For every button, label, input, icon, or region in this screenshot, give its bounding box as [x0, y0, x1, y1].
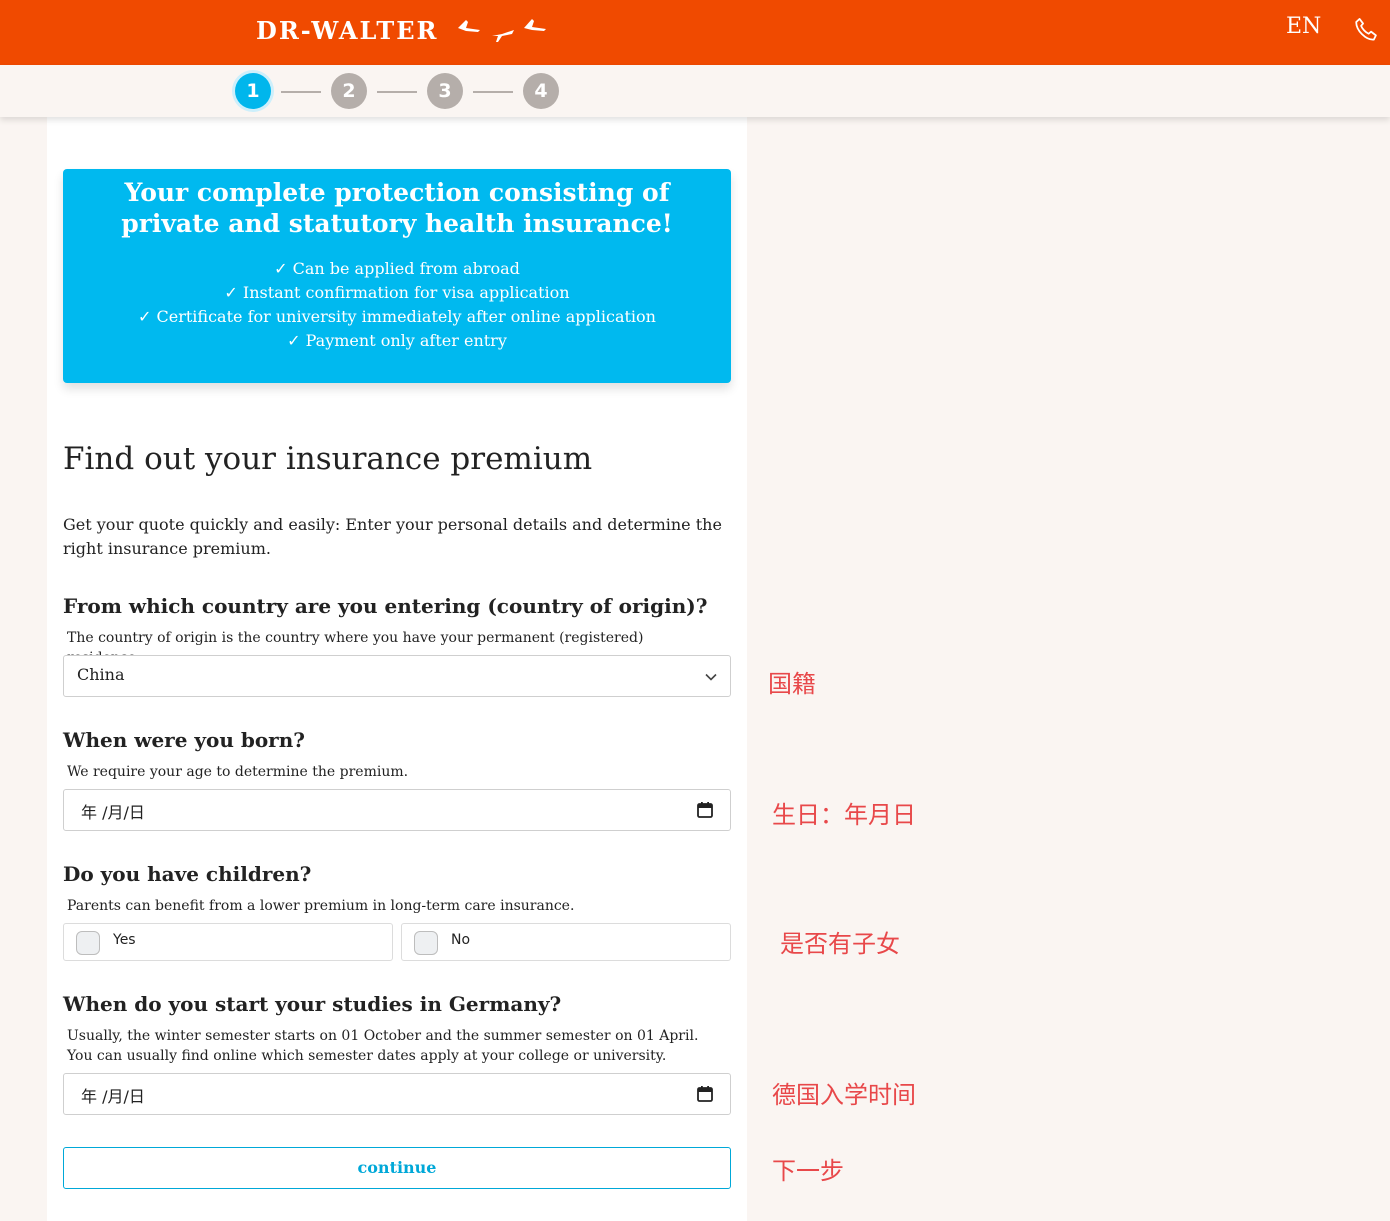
progress-stepper: 1 2 3 4	[0, 65, 1390, 117]
birthdate-value: 年 /月/日	[81, 803, 145, 822]
language-switch[interactable]: EN	[1286, 14, 1321, 39]
page-title: Find out your insurance premium	[63, 441, 593, 477]
promo-banner: Your complete protection consisting of p…	[63, 169, 731, 383]
birth-label: When were you born?	[63, 728, 305, 752]
children-label: Do you have children?	[63, 862, 312, 886]
checkbox[interactable]	[76, 931, 100, 955]
banner-feature: ✓ Can be applied from abroad	[274, 259, 520, 278]
studies-help: Usually, the winter semester starts on 0…	[67, 1028, 699, 1064]
phone-icon[interactable]	[1352, 16, 1380, 44]
banner-feature: ✓ Instant confirmation for visa applicat…	[224, 283, 570, 302]
country-select-value: China	[77, 665, 125, 684]
banner-feature: ✓ Payment only after entry	[287, 331, 507, 350]
banner-title: Your complete protection consisting of p…	[121, 178, 673, 238]
step-connector	[473, 91, 513, 93]
birth-help: We require your age to determine the pre…	[67, 764, 409, 780]
step-1[interactable]: 1	[235, 73, 271, 109]
studies-label: When do you start your studies in German…	[63, 992, 562, 1016]
step-3[interactable]: 3	[427, 73, 463, 109]
annotation-studies: 德国入学时间	[772, 1081, 916, 1109]
banner-feature: ✓ Certificate for university immediately…	[138, 307, 656, 326]
brand-logo[interactable]: DR-WALTER	[256, 16, 438, 45]
banner-feature-list: ✓ Can be applied from abroad ✓ Instant c…	[73, 257, 721, 353]
birthdate-input[interactable]: 年 /月/日	[63, 789, 731, 831]
country-label: From which country are you entering (cou…	[63, 594, 708, 618]
form-card: Your complete protection consisting of p…	[47, 117, 747, 1221]
birds-logo-icon	[458, 19, 546, 42]
step-connector	[281, 91, 321, 93]
annotation-children: 是否有子女	[780, 930, 900, 958]
study-start-value: 年 /月/日	[81, 1087, 145, 1106]
step-4[interactable]: 4	[523, 73, 559, 109]
children-help: Parents can benefit from a lower premium…	[67, 898, 575, 914]
option-label: Yes	[113, 932, 136, 948]
step-2[interactable]: 2	[331, 73, 367, 109]
annotation-birth: 生日：年月日	[772, 801, 916, 829]
checkbox[interactable]	[414, 931, 438, 955]
continue-button[interactable]: continue	[63, 1147, 731, 1189]
children-no-option[interactable]: No	[401, 923, 731, 961]
top-header: DR-WALTER EN	[0, 0, 1390, 65]
children-yes-option[interactable]: Yes	[63, 923, 393, 961]
annotation-continue: 下一步	[772, 1157, 844, 1185]
annotation-country: 国籍	[768, 670, 816, 698]
country-select[interactable]: China	[63, 655, 731, 697]
intro-text: Get your quote quickly and easily: Enter…	[63, 515, 722, 558]
calendar-icon[interactable]	[696, 801, 714, 819]
option-label: No	[451, 932, 471, 948]
study-start-input[interactable]: 年 /月/日	[63, 1073, 731, 1115]
step-connector	[377, 91, 417, 93]
chevron-down-icon	[705, 673, 717, 681]
calendar-icon[interactable]	[696, 1085, 714, 1103]
